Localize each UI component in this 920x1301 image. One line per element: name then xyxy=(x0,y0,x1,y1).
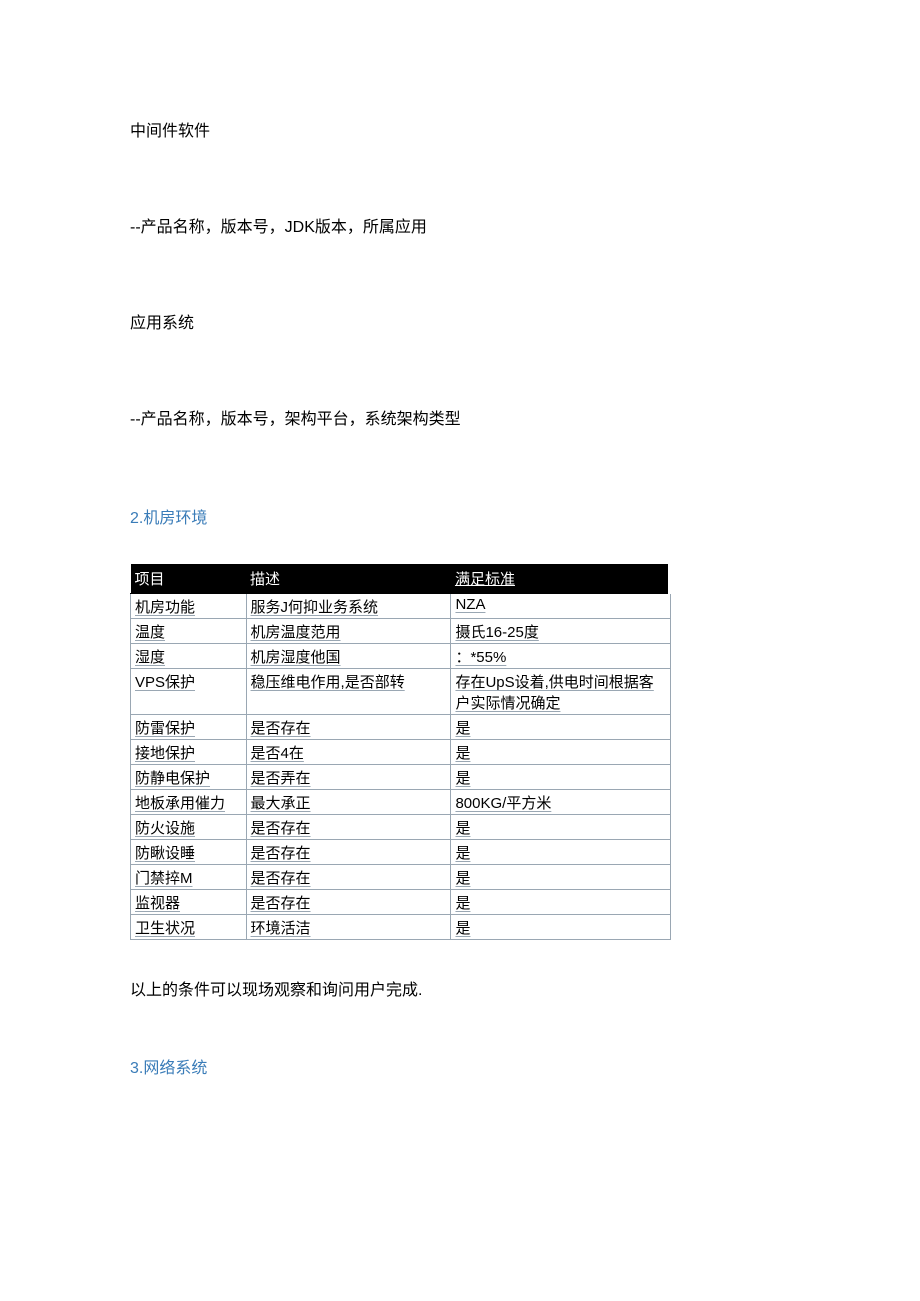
paragraph-middleware-detail: --产品名称，版本号，JDK版本，所属应用 xyxy=(130,216,790,240)
table-row: 防瞅设睡 是否存在 是 xyxy=(131,840,671,865)
cell-desc: 是否弄在 xyxy=(246,765,451,790)
cell-item: 监视器 xyxy=(131,890,247,915)
cell-desc: 是否存在 xyxy=(246,815,451,840)
cell-desc: 稳压维电作用,是否部转 xyxy=(246,669,451,715)
table-header-desc: 描述 xyxy=(246,564,451,594)
paragraph-appsystem-detail: --产品名称，版本号，架构平台，系统架构类型 xyxy=(130,408,790,432)
section-heading-network: 3.网络系统 xyxy=(130,1054,790,1078)
paragraph-note: 以上的条件可以现场观察和询问用户完成. xyxy=(130,976,790,1000)
cell-standard: 是 xyxy=(451,740,670,765)
paragraph-appsystem: 应用系统 xyxy=(130,312,790,336)
cell-standard: 存在UpS设着,供电时间根据客户实际情况确定 xyxy=(451,669,670,715)
paragraph-middleware: 中间件软件 xyxy=(130,120,790,144)
table-row: 防静电保护 是否弄在 是 xyxy=(131,765,671,790)
cell-item: 机房功能 xyxy=(131,594,247,619)
cell-item: 门禁捽M xyxy=(131,865,247,890)
cell-standard: 800KG/平方米 xyxy=(451,790,670,815)
cell-standard: 是 xyxy=(451,715,670,740)
table-row: 卫生状况 环境活洁 是 xyxy=(131,915,671,940)
section-heading-room-env: 2.机房环境 xyxy=(130,504,790,528)
cell-item: 防静电保护 xyxy=(131,765,247,790)
cell-item: VPS保护 xyxy=(131,669,247,715)
cell-item: 湿度 xyxy=(131,644,247,669)
cell-standard: 是 xyxy=(451,765,670,790)
table-row: 地板承用催力 最大承正 800KG/平方米 xyxy=(131,790,671,815)
cell-item: 防瞅设睡 xyxy=(131,840,247,865)
cell-standard: 是 xyxy=(451,815,670,840)
cell-desc: 最大承正 xyxy=(246,790,451,815)
cell-desc: 机房温度范用 xyxy=(246,619,451,644)
table-row: 湿度 机房湿度他国 ：*55% xyxy=(131,644,671,669)
cell-standard: 是 xyxy=(451,890,670,915)
cell-desc: 环境活洁 xyxy=(246,915,451,940)
cell-item: 防雷保护 xyxy=(131,715,247,740)
table-row: 门禁捽M 是否存在 是 xyxy=(131,865,671,890)
cell-item: 温度 xyxy=(131,619,247,644)
table-row: 监视器 是否存在 是 xyxy=(131,890,671,915)
table-row: 防雷保护 是否存在 是 xyxy=(131,715,671,740)
document-page: 中间件软件 --产品名称，版本号，JDK版本，所属应用 应用系统 --产品名称，… xyxy=(0,0,920,1194)
cell-standard: 是 xyxy=(451,840,670,865)
cell-desc: 是否存在 xyxy=(246,865,451,890)
table-header-row: 项目 描述 满足标准 xyxy=(131,564,671,594)
cell-standard: 是 xyxy=(451,865,670,890)
cell-standard: ：*55% xyxy=(451,644,670,669)
cell-desc: 服务J何抑业务系统 xyxy=(246,594,451,619)
cell-standard: 摄氏16-25度 xyxy=(451,619,670,644)
table-row: 防火设施 是否存在 是 xyxy=(131,815,671,840)
room-env-table: 项目 描述 满足标准 机房功能 服务J何抑业务系统 NZA 温度 机房温度范用 … xyxy=(130,564,672,940)
cell-item: 卫生状况 xyxy=(131,915,247,940)
cell-desc: 是否4在 xyxy=(246,740,451,765)
table-row: 接地保护 是否4在 是 xyxy=(131,740,671,765)
table-row: 温度 机房温度范用 摄氏16-25度 xyxy=(131,619,671,644)
cell-standard: NZA xyxy=(451,594,670,619)
cell-item: 防火设施 xyxy=(131,815,247,840)
table-header-item: 项目 xyxy=(131,564,247,594)
cell-desc: 是否存在 xyxy=(246,715,451,740)
cell-desc: 是否存在 xyxy=(246,890,451,915)
cell-standard: 是 xyxy=(451,915,670,940)
table-header-standard: 满足标准 xyxy=(451,564,670,594)
cell-item: 接地保护 xyxy=(131,740,247,765)
cell-desc: 机房湿度他国 xyxy=(246,644,451,669)
table-row: VPS保护 稳压维电作用,是否部转 存在UpS设着,供电时间根据客户实际情况确定 xyxy=(131,669,671,715)
cell-item: 地板承用催力 xyxy=(131,790,247,815)
cell-desc: 是否存在 xyxy=(246,840,451,865)
table-row: 机房功能 服务J何抑业务系统 NZA xyxy=(131,594,671,619)
